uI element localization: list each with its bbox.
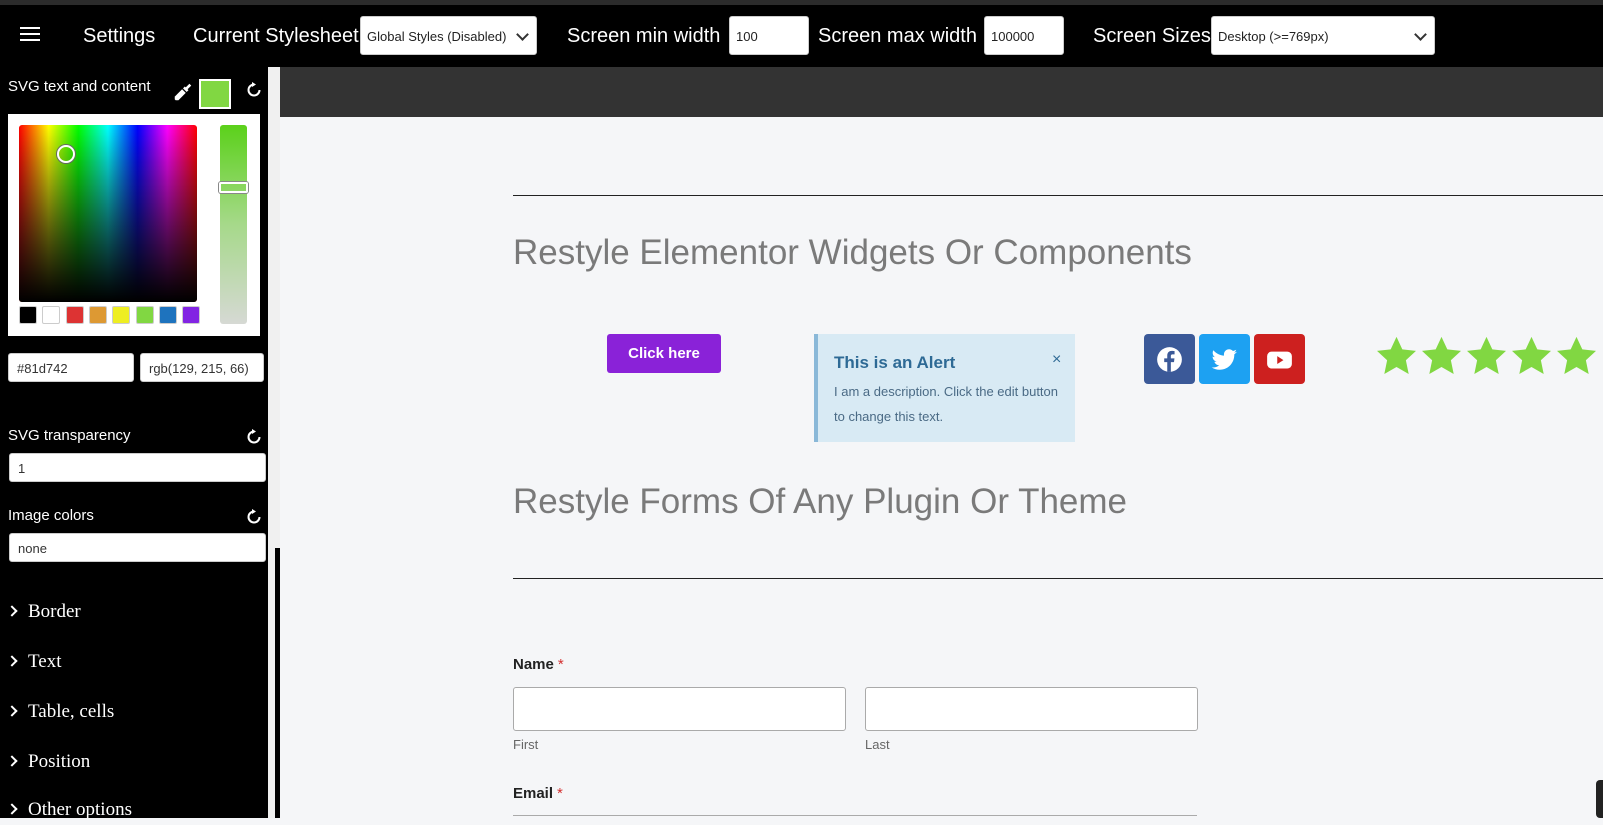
svg-text-label: SVG text and content xyxy=(8,78,151,95)
max-width-input[interactable]: 100000 xyxy=(984,16,1064,55)
star-icon xyxy=(1377,336,1416,374)
star-icon xyxy=(1422,336,1461,374)
palette-swatch[interactable] xyxy=(88,306,107,324)
palette-swatch[interactable] xyxy=(158,306,177,324)
stylesheet-select[interactable]: Global Styles (Disabled) xyxy=(360,16,537,55)
rgb-color-input[interactable]: rgb(129, 215, 66) xyxy=(140,353,264,382)
star-icon xyxy=(1467,336,1506,374)
stylesheet-select-value: Global Styles (Disabled) xyxy=(367,29,507,44)
youtube-button[interactable] xyxy=(1254,334,1305,384)
chevron-right-icon xyxy=(6,655,18,667)
settings-sidebar: SVG text and content #81d742 rgb(129, 21… xyxy=(0,67,268,818)
chevron-right-icon xyxy=(6,803,18,815)
alpha-slider[interactable] xyxy=(219,125,248,324)
chevron-right-icon xyxy=(6,755,18,767)
top-toolbar: Settings Current Stylesheet Global Style… xyxy=(0,5,1603,67)
color-spectrum[interactable] xyxy=(19,125,197,302)
section-other-options[interactable]: Other options xyxy=(6,799,132,818)
settings-link[interactable]: Settings xyxy=(83,25,155,48)
alert-description: I am a description. Click the edit butto… xyxy=(834,384,1059,424)
image-colors-label: Image colors xyxy=(8,507,94,524)
click-here-button[interactable]: Click here xyxy=(607,334,721,373)
color-picker xyxy=(8,114,260,336)
stylesheet-label: Current Stylesheet xyxy=(193,25,359,47)
alert-title: This is an Alert xyxy=(834,353,956,372)
first-name-input[interactable] xyxy=(513,687,846,731)
side-panel-tab[interactable] xyxy=(1596,780,1603,818)
star-icon xyxy=(1557,336,1596,374)
name-field-label: Name * xyxy=(513,656,564,673)
eyedropper-icon[interactable] xyxy=(172,81,194,103)
star-icon xyxy=(1512,336,1551,374)
section-table-cells[interactable]: Table, cells xyxy=(6,701,114,723)
sidebar-scrollbar[interactable] xyxy=(268,67,280,818)
min-width-label: Screen min width xyxy=(567,25,721,47)
close-icon[interactable]: × xyxy=(1052,351,1061,369)
palette-swatch[interactable] xyxy=(42,306,61,324)
hamburger-menu-icon[interactable] xyxy=(20,23,40,45)
current-color-swatch[interactable] xyxy=(199,79,231,109)
chevron-right-icon xyxy=(6,605,18,617)
palette-swatch[interactable] xyxy=(19,306,37,324)
heading-widgets: Restyle Elementor Widgets Or Components xyxy=(513,233,1192,272)
chevron-down-icon xyxy=(516,28,529,41)
heading-forms: Restyle Forms Of Any Plugin Or Theme xyxy=(513,482,1128,521)
twitter-button[interactable] xyxy=(1199,334,1250,384)
twitter-icon xyxy=(1211,349,1237,370)
required-marker: * xyxy=(557,656,564,673)
divider xyxy=(513,578,1603,579)
alert-box: This is an Alert × I am a description. C… xyxy=(814,334,1075,442)
reset-icon[interactable] xyxy=(246,82,262,98)
screen-sizes-select[interactable]: Desktop (>=769px) xyxy=(1211,16,1435,55)
reset-icon[interactable] xyxy=(246,429,262,445)
divider xyxy=(513,195,1603,196)
email-field-label: Email * xyxy=(513,785,563,802)
required-marker: * xyxy=(557,785,563,802)
youtube-icon xyxy=(1267,351,1292,369)
image-colors-input[interactable]: none xyxy=(9,533,266,562)
screen-sizes-label: Screen Sizes xyxy=(1093,25,1211,47)
palette-swatch[interactable] xyxy=(182,306,201,324)
email-input[interactable] xyxy=(513,815,1197,825)
palette-swatch[interactable] xyxy=(112,306,131,324)
reset-icon[interactable] xyxy=(246,509,262,525)
screen-sizes-select-value: Desktop (>=769px) xyxy=(1218,29,1329,44)
first-sublabel: First xyxy=(513,737,539,752)
facebook-button[interactable] xyxy=(1144,334,1195,384)
facebook-icon xyxy=(1157,347,1182,372)
palette-swatch[interactable] xyxy=(135,306,154,324)
svg-transparency-input[interactable]: 1 xyxy=(9,453,266,482)
chevron-down-icon xyxy=(1414,28,1427,41)
svg-transparency-label: SVG transparency xyxy=(8,427,131,444)
section-position[interactable]: Position xyxy=(6,751,90,773)
min-width-input[interactable]: 100 xyxy=(729,16,809,55)
last-sublabel: Last xyxy=(865,737,890,752)
hex-color-input[interactable]: #81d742 xyxy=(8,353,134,382)
chevron-right-icon xyxy=(6,705,18,717)
last-name-input[interactable] xyxy=(865,687,1198,731)
palette-swatch[interactable] xyxy=(65,306,84,324)
alpha-slider-handle[interactable] xyxy=(219,182,248,193)
section-text[interactable]: Text xyxy=(6,651,62,673)
max-width-label: Screen max width xyxy=(818,25,977,47)
section-border[interactable]: Border xyxy=(6,601,81,623)
spectrum-handle[interactable] xyxy=(57,145,75,163)
sidebar-scrollbar-thumb[interactable] xyxy=(275,548,280,818)
color-palette xyxy=(19,306,209,326)
preview-header-bar xyxy=(280,67,1603,117)
